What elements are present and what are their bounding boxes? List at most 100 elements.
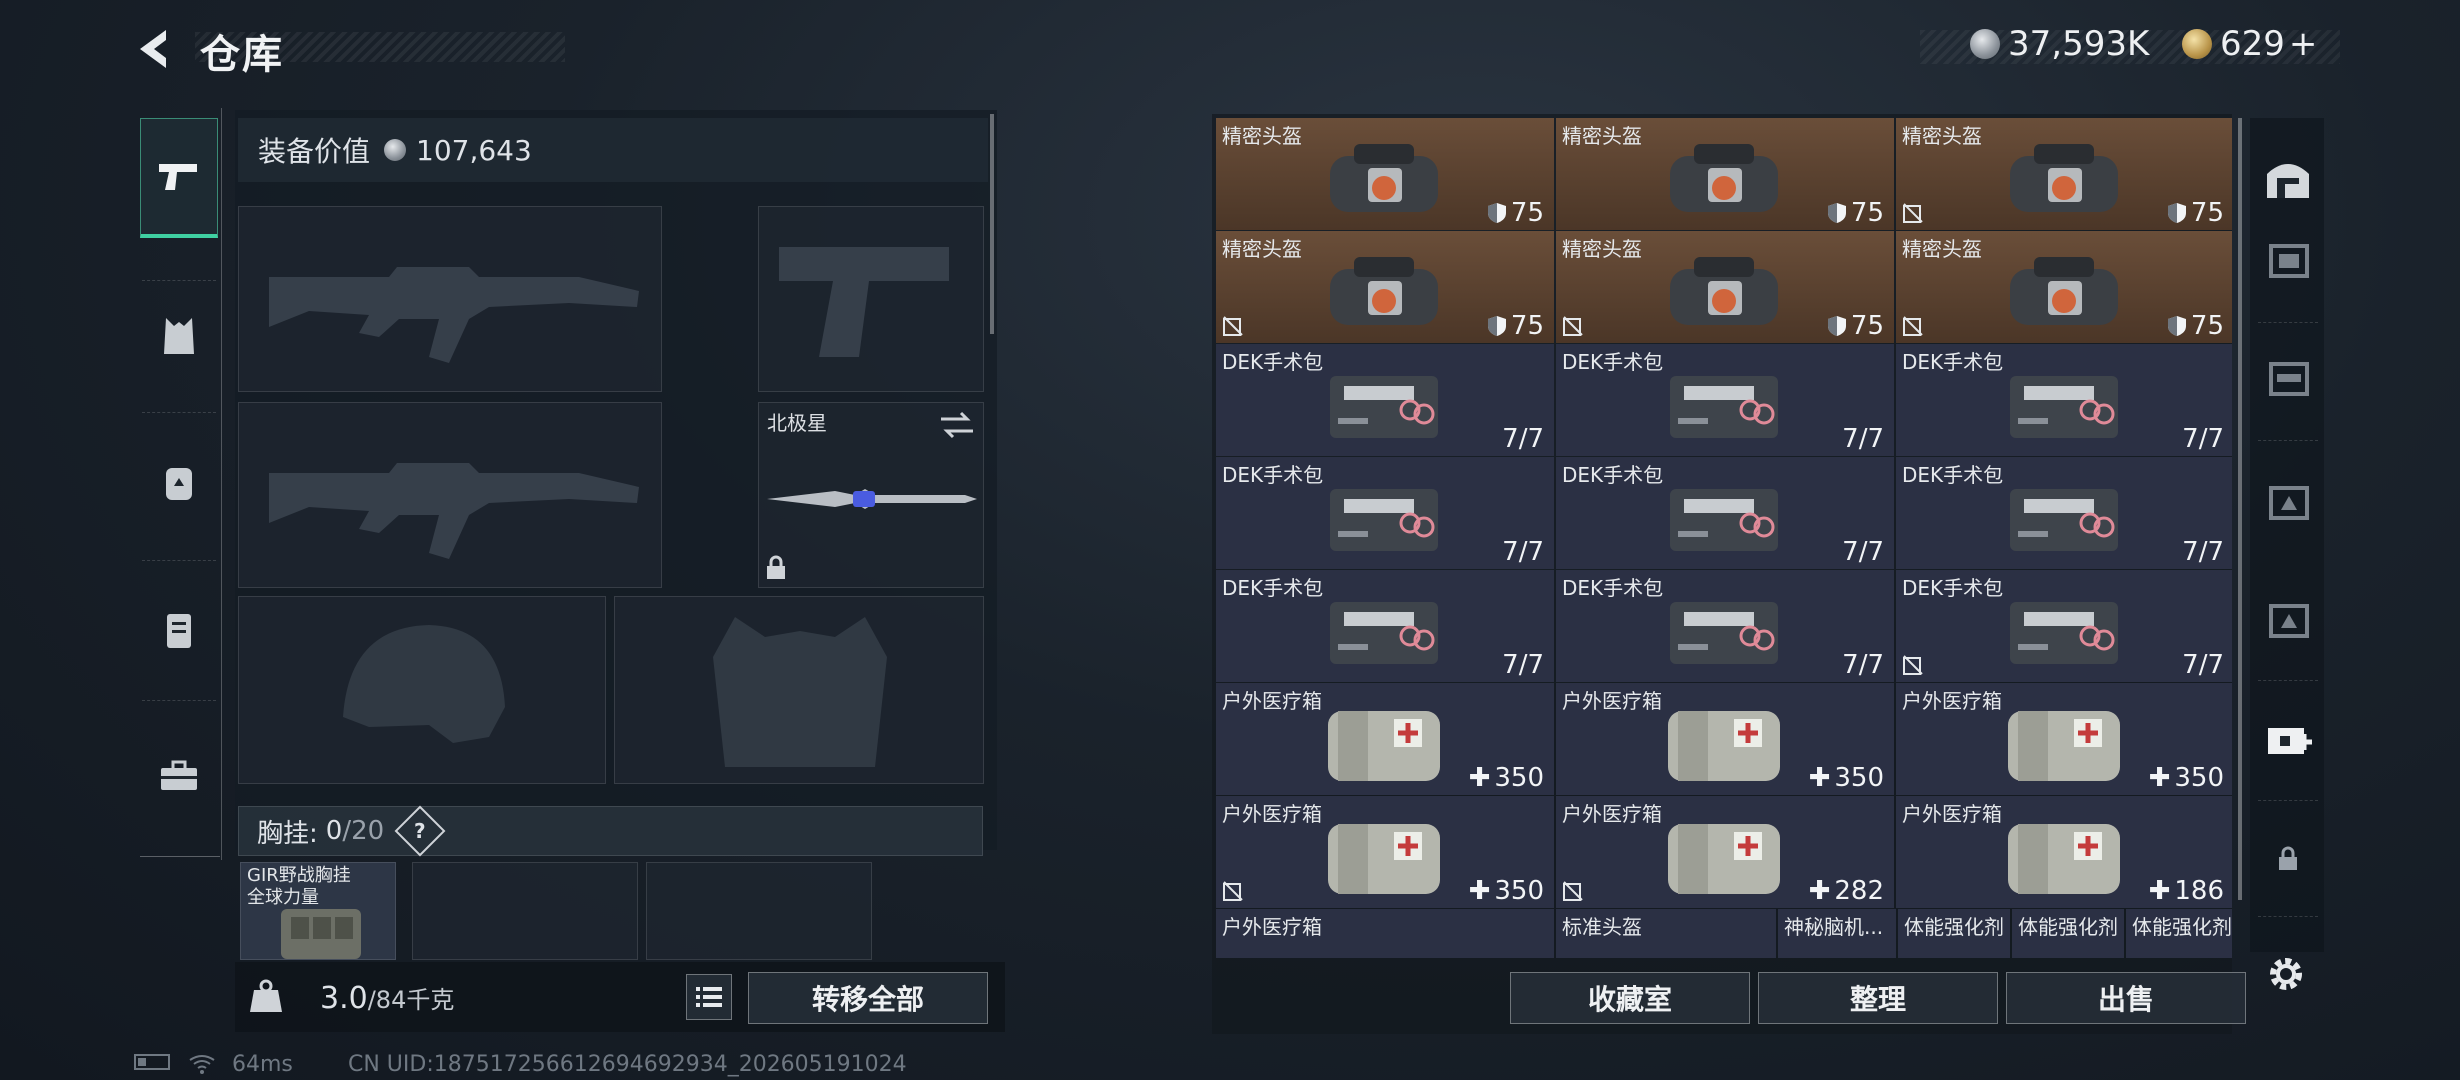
durability-shield-icon xyxy=(1487,316,1506,336)
settings-gear-icon[interactable] xyxy=(2266,954,2306,994)
stash-item[interactable]: DEK手术包 7/7 xyxy=(1216,344,1554,456)
stash-item[interactable]: 户外医疗箱 ✚ 350 xyxy=(1216,683,1554,795)
item-quantity: 75 xyxy=(1487,198,1544,228)
rail-tab-armor-iii[interactable] xyxy=(2252,564,2324,674)
lock-icon xyxy=(767,555,785,579)
armor-slot[interactable] xyxy=(614,596,984,784)
sort-button[interactable]: 整理 xyxy=(1758,972,1998,1024)
item-quantity-value: 350 xyxy=(2174,763,2224,793)
item-quantity-value: 350 xyxy=(1494,763,1544,793)
item-quantity-value: 7/7 xyxy=(1842,424,1884,454)
pistol-slot[interactable] xyxy=(758,206,984,392)
stash-item[interactable]: 体能强化剂 xyxy=(2012,909,2124,958)
rail-tab-vest[interactable] xyxy=(140,276,218,396)
stash-item[interactable]: 户外医疗箱 ✚ 350 xyxy=(1216,796,1554,908)
no-trade-icon xyxy=(1903,316,1923,336)
rail-tab-armor-iv[interactable] xyxy=(2252,446,2324,556)
add-currency-button[interactable]: + xyxy=(2289,24,2318,64)
rail-tab-pouch[interactable] xyxy=(140,570,218,690)
stash-item[interactable]: DEK手术包 7/7 xyxy=(1896,457,2232,569)
item-name: DEK手术包 xyxy=(1562,463,1664,487)
durability-shield-icon xyxy=(1827,316,1846,336)
stash-item[interactable]: DEK手术包 7/7 xyxy=(1556,570,1894,682)
stash-item[interactable]: DEK手术包 7/7 xyxy=(1896,570,2232,682)
warehouse-icon xyxy=(2267,164,2309,198)
item-quantity: ✚ 350 xyxy=(1469,876,1544,906)
item-quantity: 7/7 xyxy=(1502,650,1544,680)
back-arrow-icon[interactable] xyxy=(132,26,178,72)
weight-cap: /84千克 xyxy=(367,986,455,1014)
helmet-slot[interactable] xyxy=(238,596,606,784)
knife-icon xyxy=(767,489,977,509)
rail-tab-weapons[interactable] xyxy=(140,118,218,238)
rail-separator xyxy=(2258,800,2318,801)
rail-tab-tier4[interactable] xyxy=(2252,204,2324,314)
surgical-kit-icon xyxy=(1670,376,1778,438)
stash-item[interactable]: 精密头盔 75 xyxy=(1896,118,2232,230)
collection-room-button[interactable]: 收藏室 xyxy=(1510,972,1750,1024)
surgical-kit-icon xyxy=(1330,489,1438,551)
item-name: DEK手术包 xyxy=(1562,350,1664,374)
secondary-weapon-slot[interactable] xyxy=(238,402,662,588)
no-trade-icon xyxy=(1563,316,1583,336)
stash-item[interactable]: 精密头盔 75 xyxy=(1896,231,2232,343)
item-name: DEK手术包 xyxy=(1222,463,1324,487)
medical-box-icon xyxy=(1668,711,1780,781)
armor-silhouette-icon xyxy=(713,617,887,767)
stash-item[interactable]: 标准头盔 xyxy=(1556,909,1776,958)
sell-button[interactable]: 出售 xyxy=(2006,972,2246,1024)
vest-count-total: /20 xyxy=(342,816,385,846)
weight-icon xyxy=(250,979,282,1012)
heal-plus-icon: ✚ xyxy=(2148,763,2171,793)
item-name: DEK手术包 xyxy=(1902,350,2004,374)
medical-box-icon xyxy=(1668,824,1780,894)
rail-bottom-line xyxy=(140,856,220,857)
stash-item[interactable]: 精密头盔 75 xyxy=(1216,231,1554,343)
vest-item[interactable]: GIR野战胸挂 全球力量 xyxy=(240,862,396,960)
melee-slot[interactable]: 北极星 xyxy=(758,402,984,588)
swap-icon[interactable] xyxy=(939,411,975,439)
stash-item[interactable]: 体能强化剂 xyxy=(1898,909,2010,958)
item-quantity: 7/7 xyxy=(1842,537,1884,567)
rail-tab-backpack[interactable] xyxy=(140,422,218,542)
stash-item[interactable]: DEK手术包 7/7 xyxy=(1556,344,1894,456)
currency-gold[interactable]: 629 + xyxy=(2182,24,2317,64)
stash-item[interactable]: DEK手术包 7/7 xyxy=(1216,457,1554,569)
primary-weapon-slot[interactable] xyxy=(238,206,662,392)
weight-value: 3.0 xyxy=(320,981,368,1016)
stash-item[interactable]: 神秘脑机... xyxy=(1778,909,1896,958)
rail-tab-case[interactable] xyxy=(140,716,218,836)
equipment-scrollbar[interactable] xyxy=(990,114,994,334)
stash-item[interactable]: DEK手术包 7/7 xyxy=(1896,344,2232,456)
transfer-all-button[interactable]: 转移全部 xyxy=(748,972,988,1024)
list-view-button[interactable] xyxy=(686,974,732,1020)
stash-item[interactable]: 户外医疗箱 xyxy=(1216,909,1554,958)
item-quantity: 7/7 xyxy=(1842,424,1884,454)
stash-item[interactable]: 精密头盔 75 xyxy=(1556,231,1894,343)
stash-item[interactable]: DEK手术包 7/7 xyxy=(1216,570,1554,682)
stash-item[interactable]: 体能强化剂 xyxy=(2126,909,2232,958)
stash-grid: 精密头盔 75 精密头盔 75 精密头盔 75 精密头盔 75 精密头盔 75 精密头盔 75 DEK手… xyxy=(1216,118,2232,958)
rail-tab-locked[interactable] xyxy=(2252,804,2324,914)
stash-item[interactable]: 户外医疗箱 ✚ 282 xyxy=(1556,796,1894,908)
stash-scrollbar[interactable] xyxy=(2238,118,2242,900)
item-quantity-value: 350 xyxy=(1834,763,1884,793)
help-icon[interactable]: ? xyxy=(394,805,446,857)
rail-tab-tier3[interactable] xyxy=(2252,322,2324,432)
stash-item[interactable]: DEK手术包 7/7 xyxy=(1556,457,1894,569)
no-trade-icon xyxy=(1563,881,1583,901)
stash-item[interactable]: 户外医疗箱 ✚ 350 xyxy=(1896,683,2232,795)
help-mark: ? xyxy=(414,818,426,843)
currency-gold-value: 629 xyxy=(2220,24,2285,64)
vest-slot-empty[interactable] xyxy=(412,862,638,960)
stash-item[interactable]: 户外医疗箱 ✚ 350 xyxy=(1556,683,1894,795)
stash-item[interactable]: 户外医疗箱 ✚ 186 xyxy=(1896,796,2232,908)
vest-slot-empty[interactable] xyxy=(646,862,872,960)
wifi-icon xyxy=(189,1055,215,1074)
equip-value: 107,643 xyxy=(416,133,532,167)
stash-item[interactable]: 精密头盔 75 xyxy=(1216,118,1554,230)
stash-item[interactable]: 精密头盔 75 xyxy=(1556,118,1894,230)
briefcase-icon xyxy=(161,760,197,790)
rail-tab-medical[interactable] xyxy=(2252,684,2324,794)
item-quantity: 7/7 xyxy=(2182,424,2224,454)
